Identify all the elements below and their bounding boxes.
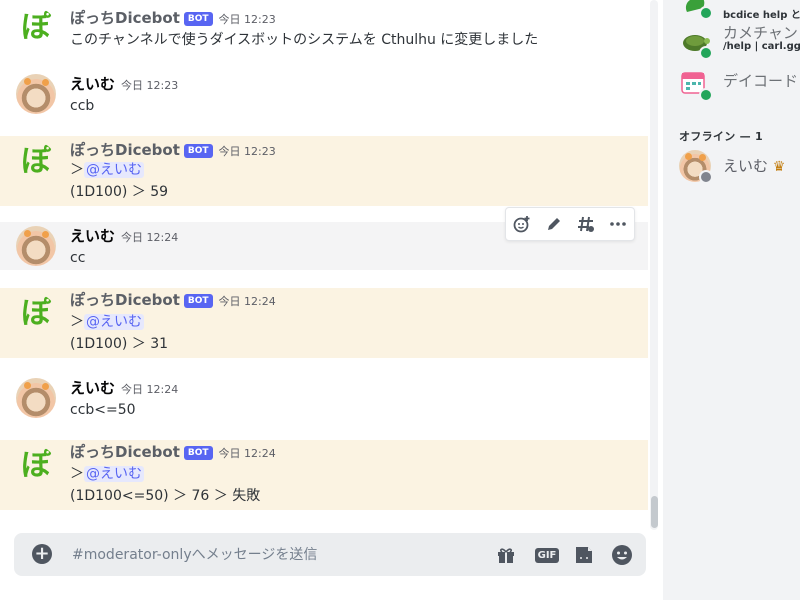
emoji-icon[interactable] (610, 543, 634, 567)
bot-avatar[interactable]: ぽ (16, 8, 56, 48)
message-text: ccb<=50 (70, 402, 136, 418)
bot-avatar[interactable]: ぽ (16, 446, 56, 486)
timestamp: 今日 12:23 (218, 145, 276, 158)
member-item[interactable]: bcdice help と... (679, 0, 800, 21)
message[interactable]: ぽ ぽっちDicebot BOT 今日 12:24 ＞ @えいむ (1D100) ＞ … (0, 288, 648, 358)
timestamp: 今日 12:24 (121, 231, 179, 244)
author-name[interactable]: えいむ 今日 12:23 (70, 74, 178, 96)
more-icon[interactable] (605, 211, 631, 237)
message-composer: + GIF (14, 533, 646, 576)
crown-icon: ♛ (772, 159, 786, 175)
message[interactable]: ぽ ぽっちDicebot BOT 今日 12:23 このチャンネルで使うダイスボット… (0, 0, 648, 58)
bot-avatar[interactable]: ぽ (16, 142, 56, 182)
message-text: ＞ @えいむ (70, 162, 144, 178)
message-text: (1D100) ＞ 59 (70, 184, 169, 200)
message-text: ＞ @えいむ (70, 466, 144, 482)
bot-tag: BOT (183, 12, 213, 26)
member-activity: bcdice help と... (723, 10, 800, 21)
thread-icon[interactable] (573, 211, 599, 237)
message[interactable]: ぽ ぽっちDicebot BOT 今日 12:24 ＞ @えいむ (1D100<=50… (0, 440, 648, 510)
member-item[interactable]: えいむ ♛ (679, 150, 800, 184)
timestamp: 今日 12:24 (121, 383, 179, 396)
message-text: cc (70, 250, 86, 266)
gift-icon[interactable] (494, 543, 518, 567)
online-status-icon (699, 88, 713, 102)
author-name[interactable]: えいむ 今日 12:24 (70, 226, 178, 248)
online-status-icon (699, 6, 713, 20)
online-status-icon (699, 46, 713, 60)
message-toolbar (505, 207, 635, 241)
user-avatar[interactable] (16, 226, 56, 266)
message-text: ccb (70, 98, 95, 114)
member-item[interactable]: カメチャン /help | carl.gg?... (679, 22, 800, 60)
member-list: bcdice help と... カメチャン /help | carl.gg?.… (663, 0, 800, 600)
user-avatar[interactable] (16, 378, 56, 418)
bot-tag: BOT (183, 144, 213, 158)
bot-tag: BOT (183, 446, 213, 460)
bot-avatar[interactable]: ぽ (16, 294, 56, 334)
timestamp: 今日 12:24 (218, 447, 276, 460)
member-name: カメチャン (723, 24, 798, 42)
message-text: (1D100<=50) ＞ 76 ＞ 失敗 (70, 488, 261, 504)
offline-section-header: オフライン — 1 (679, 130, 764, 143)
message-text: このチャンネルで使うダイスボットのシステムを Cthulhu に変更しました (70, 32, 539, 48)
author-name[interactable]: ぽっちDicebot BOT 今日 12:23 (70, 140, 276, 162)
message-text: ＞ @えいむ (70, 314, 144, 330)
message[interactable]: ぽ ぽっちDicebot BOT 今日 12:23 ＞ @えいむ (1D100) ＞ … (0, 136, 648, 206)
plus-icon[interactable]: + (32, 544, 52, 564)
user-avatar[interactable] (16, 74, 56, 114)
member-name: デイコード (723, 72, 799, 90)
member-item[interactable]: デイコード (679, 66, 800, 102)
user-mention[interactable]: @えいむ (84, 466, 144, 482)
message[interactable]: えいむ 今日 12:24 ccb<=50 (0, 374, 648, 424)
timestamp: 今日 12:24 (218, 295, 276, 308)
offline-status-icon (699, 170, 713, 184)
member-activity: /help | carl.gg?... (723, 41, 800, 52)
bot-tag: BOT (183, 294, 213, 308)
user-mention[interactable]: @えいむ (84, 162, 144, 178)
timestamp: 今日 12:23 (218, 13, 276, 26)
author-name[interactable]: ぽっちDicebot BOT 今日 12:23 (70, 8, 276, 30)
scrollbar-track[interactable] (650, 0, 658, 530)
author-name[interactable]: ぽっちDicebot BOT 今日 12:24 (70, 290, 276, 312)
timestamp: 今日 12:23 (121, 79, 179, 92)
message-input[interactable] (70, 544, 474, 566)
scrollbar-thumb[interactable] (651, 496, 658, 528)
message[interactable]: えいむ 今日 12:23 ccb (0, 66, 648, 124)
add-reaction-icon[interactable] (509, 211, 535, 237)
gif-icon[interactable]: GIF (532, 543, 562, 567)
message-text: (1D100) ＞ 31 (70, 336, 169, 352)
member-name: えいむ ♛ (723, 157, 786, 175)
author-name[interactable]: えいむ 今日 12:24 (70, 378, 178, 400)
user-mention[interactable]: @えいむ (84, 314, 144, 330)
author-name[interactable]: ぽっちDicebot BOT 今日 12:24 (70, 442, 276, 464)
edit-icon[interactable] (541, 211, 567, 237)
chat-pane: ぽ ぽっちDicebot BOT 今日 12:23 このチャンネルで使うダイスボット… (0, 0, 648, 600)
sticker-icon[interactable] (572, 543, 596, 567)
